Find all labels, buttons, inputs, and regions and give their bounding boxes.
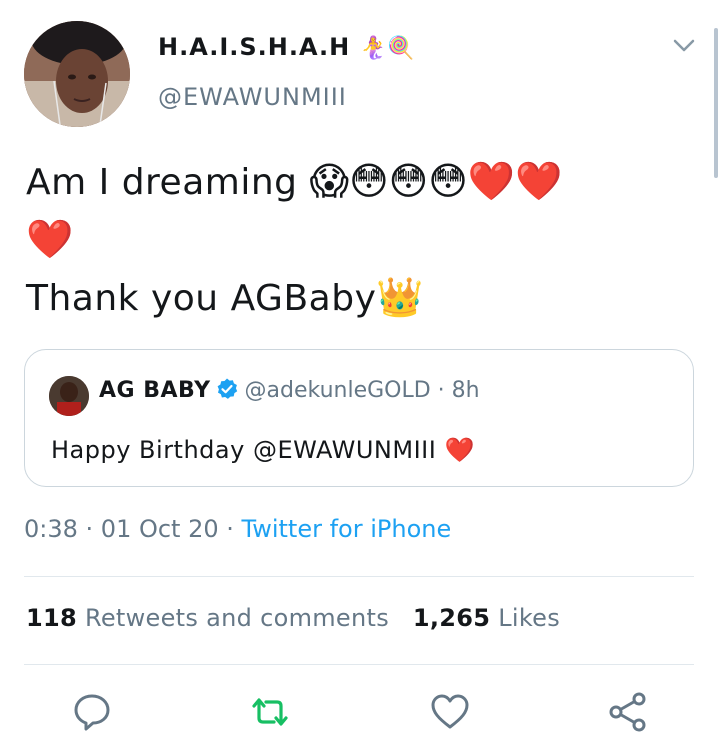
meta-separator-1: · <box>77 515 101 543</box>
tweet-line-1-text: Am I dreaming <box>26 162 310 203</box>
tweet-meta: 0:38 · 01 Oct 20 · Twitter for iPhone <box>24 515 451 543</box>
reply-icon[interactable] <box>70 690 114 734</box>
quoted-author-handle: @adekunleGOLD <box>244 378 431 403</box>
retweets-count: 118 <box>26 604 77 632</box>
quoted-author-avatar <box>49 376 89 416</box>
tweet-line-3: Thank you AGBaby👑 <box>26 269 676 327</box>
likes-stat[interactable]: 1,265 Likes <box>413 604 560 632</box>
tweet-time: 0:38 <box>24 515 78 543</box>
tweet-date: 01 Oct 20 <box>100 515 219 543</box>
tweet-detail-view: H.A.I.S.H.A.H 🧜‍♀️🍭 @EWAWUNMIII Am I dre… <box>0 0 718 754</box>
tweet-source-link[interactable]: Twitter for iPhone <box>242 515 452 543</box>
quoted-tweet-body: Happy Birthday @EWAWUNMIII <box>51 436 445 464</box>
divider <box>24 664 694 665</box>
divider <box>24 576 694 577</box>
quoted-tweet-text: Happy Birthday @EWAWUNMIII ❤️ <box>51 436 475 464</box>
author-avatar[interactable] <box>24 21 130 127</box>
tweet-line-3-emojis: 👑 <box>376 275 424 319</box>
likes-label: Likes <box>498 604 561 632</box>
quoted-tweet-age: 8h <box>451 378 480 403</box>
heart-icon[interactable] <box>428 690 472 734</box>
author-handle[interactable]: @EWAWUNMIII <box>158 83 347 111</box>
author-display-name[interactable]: H.A.I.S.H.A.H 🧜‍♀️🍭 <box>158 33 414 61</box>
chevron-down-icon[interactable] <box>672 36 696 56</box>
quoted-author-name: AG BABY <box>99 378 211 403</box>
scrollbar[interactable] <box>714 28 718 178</box>
quoted-separator: · <box>430 378 452 403</box>
tweet-line-2: ❤️ <box>26 211 676 269</box>
tweet-line-1-emojis: 😱😳😳😳❤️❤️ <box>309 159 563 203</box>
meta-separator-2: · <box>218 515 242 543</box>
tweet-line-2-emojis: ❤️ <box>26 217 74 261</box>
tweet-line-1: Am I dreaming 😱😳😳😳❤️❤️ <box>26 153 676 211</box>
retweets-label: Retweets and comments <box>84 604 390 632</box>
verified-badge-icon <box>217 378 237 399</box>
author-name-emojis: 🧜‍♀️🍭 <box>359 36 415 61</box>
likes-count: 1,265 <box>412 604 491 632</box>
tweet-stats: 118 Retweets and comments 1,265 Likes <box>26 604 560 632</box>
tweet-text: Am I dreaming 😱😳😳😳❤️❤️ ❤️ Thank you AGBa… <box>26 153 676 327</box>
quoted-tweet-card[interactable]: AG BABY @adekunleGOLD · 8h Happy Birthda… <box>24 349 694 487</box>
author-name-text: H.A.I.S.H.A.H <box>158 33 351 61</box>
retweets-stat[interactable]: 118 Retweets and comments <box>26 604 389 632</box>
quoted-tweet-header: AG BABY @adekunleGOLD · 8h <box>99 376 480 406</box>
tweet-line-3-text: Thank you AGBaby <box>26 278 377 319</box>
quoted-tweet-emoji: ❤️ <box>444 436 475 464</box>
retweet-icon[interactable] <box>248 690 292 734</box>
share-icon[interactable] <box>606 690 650 734</box>
